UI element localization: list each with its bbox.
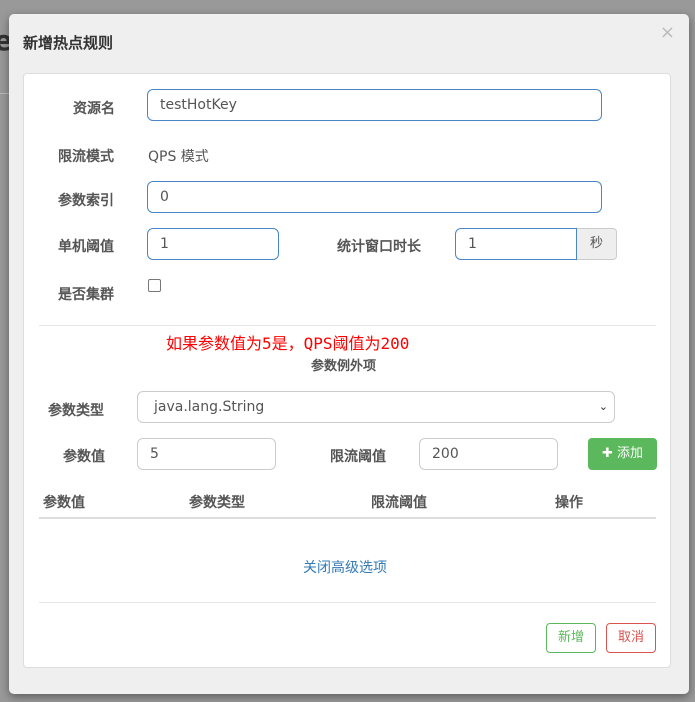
resource-label: 资源名 — [73, 101, 115, 117]
plus-icon: ✚ — [601, 446, 613, 461]
footer-divider — [39, 602, 656, 603]
param-type-select[interactable]: java.lang.String ⌄ — [137, 391, 615, 423]
dialog-title: 新增热点规则 — [23, 34, 114, 52]
form-card: 资源名 testHotKey 限流模式 QPS 模式 参数索引 0 单机阈值 1… — [23, 73, 671, 668]
param-index-input[interactable]: 0 — [147, 181, 602, 213]
submit-button[interactable]: 新增 — [546, 623, 596, 653]
add-hotspot-rule-dialog: 新增热点规则 × 资源名 testHotKey 限流模式 QPS 模式 参数索引… — [9, 14, 689, 694]
exceptions-title: 参数例外项 — [311, 359, 377, 374]
toggle-advanced-link[interactable]: 关闭高级选项 — [303, 557, 387, 577]
param-type-label: 参数类型 — [48, 403, 104, 419]
add-exception-label: 添加 — [617, 446, 644, 461]
column-header: 参数类型 — [189, 495, 245, 511]
divider — [39, 325, 656, 326]
param-type-value: java.lang.String — [154, 399, 265, 415]
annotation-text: 如果参数值为5是，QPS阈值为200 — [166, 334, 410, 353]
chevron-down-icon: ⌄ — [598, 400, 608, 413]
mode-label: 限流模式 — [58, 149, 114, 165]
cluster-label: 是否集群 — [58, 287, 114, 303]
limit-label: 限流阈值 — [330, 449, 386, 465]
window-label: 统计窗口时长 — [337, 239, 421, 255]
param-value-input[interactable]: 5 — [137, 438, 276, 470]
threshold-input[interactable]: 1 — [147, 228, 279, 260]
param-value-label: 参数值 — [63, 449, 105, 465]
mode-value: QPS 模式 — [148, 149, 209, 165]
window-input[interactable]: 1 — [455, 228, 577, 260]
table-header-border — [39, 517, 656, 519]
threshold-label: 单机阈值 — [58, 239, 114, 255]
resource-input[interactable]: testHotKey — [147, 89, 602, 121]
cluster-checkbox[interactable] — [148, 279, 161, 292]
cancel-button[interactable]: 取消 — [606, 623, 656, 653]
param-index-label: 参数索引 — [58, 193, 114, 209]
column-header: 限流阈值 — [371, 495, 427, 511]
add-exception-button[interactable]: ✚ 添加 — [588, 438, 657, 470]
limit-input[interactable]: 200 — [419, 438, 558, 470]
close-icon[interactable]: × — [660, 22, 675, 43]
window-unit: 秒 — [577, 228, 617, 260]
column-header: 操作 — [555, 495, 583, 511]
column-header: 参数值 — [43, 495, 85, 511]
